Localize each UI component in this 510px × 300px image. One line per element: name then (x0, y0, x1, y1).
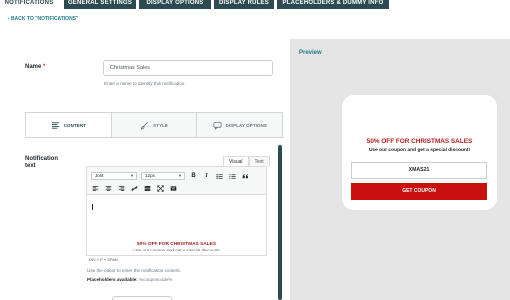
font-family-value: Jost (95, 173, 104, 178)
align-center-button[interactable] (104, 184, 113, 192)
brush-icon (140, 121, 149, 130)
editor-content-subtext: Use our coupon and get a special discoun… (133, 248, 220, 251)
align-left-button[interactable] (91, 184, 100, 192)
preview-title: Preview (299, 50, 322, 56)
coupon-code-box[interactable]: XMAS21 (351, 162, 487, 179)
tab-display-options[interactable]: DISPLAY OPTIONS (139, 0, 211, 9)
fullscreen-button[interactable] (156, 184, 165, 192)
tab-notifications[interactable]: NOTIFICATIONS (0, 0, 58, 9)
read-more-icon (144, 185, 151, 191)
italic-icon: I (205, 173, 208, 179)
read-more-button[interactable] (143, 184, 152, 192)
subtab-style-label: STYLE (153, 122, 168, 128)
link-icon (131, 185, 138, 191)
bullet-list-button[interactable] (215, 172, 224, 180)
name-label-text: Name (25, 64, 42, 70)
align-right-button[interactable] (117, 184, 126, 192)
editor-toolbar: Jost ▼ 12px ▼ B I (87, 167, 266, 195)
preview-subheading: Use our coupon and get a special discoun… (368, 148, 471, 153)
subtab-content[interactable]: CONTENT (26, 113, 112, 137)
numbered-list-button[interactable] (228, 172, 237, 180)
preview-heading: 50% OFF FOR CHRISTMAS SALES (366, 138, 473, 145)
italic-button[interactable]: I (202, 172, 211, 180)
get-coupon-button[interactable]: GET COUPON (351, 183, 487, 200)
align-center-icon (105, 185, 112, 191)
align-right-icon (118, 185, 125, 191)
editor-help-text: Use the editor to enter the notification… (87, 268, 181, 273)
notification-text-label: Notification text (25, 156, 58, 169)
tab-display-rules[interactable]: DISPLAY RULES (214, 0, 274, 9)
required-mark: * (43, 64, 46, 70)
bullet-list-icon (216, 173, 223, 179)
toolbar-toggle-button[interactable] (169, 184, 178, 192)
partial-field[interactable] (112, 296, 172, 300)
insert-link-button[interactable] (130, 184, 139, 192)
back-to-notifications-link[interactable]: ‹ BACK TO "NOTIFICATIONS" (8, 16, 78, 22)
top-tab-bar: NOTIFICATIONS GENERAL SETTINGS DISPLAY O… (0, 0, 510, 9)
quote-icon (242, 173, 248, 178)
chevron-down-icon: ▼ (178, 173, 182, 178)
numbered-list-icon (229, 173, 236, 179)
font-family-select[interactable]: Jost ▼ (91, 172, 137, 180)
font-size-value: 12px (145, 173, 155, 178)
editor-visual-tab[interactable]: Visual (223, 156, 249, 166)
editor-element-path: DIV » P » SPAN (86, 255, 267, 263)
subtab-display-options-label: DISPLAY OPTIONS (225, 122, 267, 128)
name-label: Name * (25, 64, 45, 70)
blockquote-button[interactable] (241, 172, 250, 180)
text-cursor (92, 204, 93, 210)
subtab-display-options[interactable]: DISPLAY OPTIONS (197, 113, 282, 137)
subtab-content-label: CONTENT (63, 122, 86, 128)
name-input[interactable] (103, 60, 273, 76)
bold-icon: B (191, 173, 196, 179)
text-align-icon (51, 121, 59, 129)
notification-preview-card: 50% OFF FOR CHRISTMAS SALES Use our coup… (342, 95, 497, 210)
name-help-text: Enter a name to identify this notificati… (104, 81, 186, 86)
fullscreen-icon (157, 184, 164, 192)
form-scrollbar-thumb[interactable] (278, 145, 282, 300)
editor-text-tab[interactable]: Text (248, 156, 270, 166)
editor-content-heading: 50% OFF FOR CHRISTMAS SALES (136, 242, 217, 247)
bold-button[interactable]: B (189, 172, 198, 180)
chevron-down-icon: ▼ (130, 173, 134, 178)
chat-icon (212, 121, 222, 130)
align-left-icon (92, 185, 99, 191)
placeholders-help: Placeholders available: %couponcode% (87, 277, 172, 282)
subtab-style[interactable]: STYLE (112, 113, 198, 137)
placeholders-label: Placeholders available: (87, 277, 138, 282)
settings-subtabs: CONTENT STYLE DISPLAY OPTIONS (25, 112, 283, 138)
tab-placeholders-dummy-info[interactable]: PLACEHOLDERS & DUMMY INFO (277, 0, 389, 9)
tab-general-settings[interactable]: GENERAL SETTINGS (64, 0, 136, 9)
font-size-select[interactable]: 12px ▼ (141, 172, 185, 180)
keyboard-icon (170, 185, 177, 191)
rich-text-editor[interactable]: Jost ▼ 12px ▼ B I 50% OFF FOR CHRISTMAS … (86, 166, 267, 263)
placeholders-value: %couponcode% (139, 277, 173, 282)
editor-mode-tabs: Visual Text (223, 156, 270, 166)
